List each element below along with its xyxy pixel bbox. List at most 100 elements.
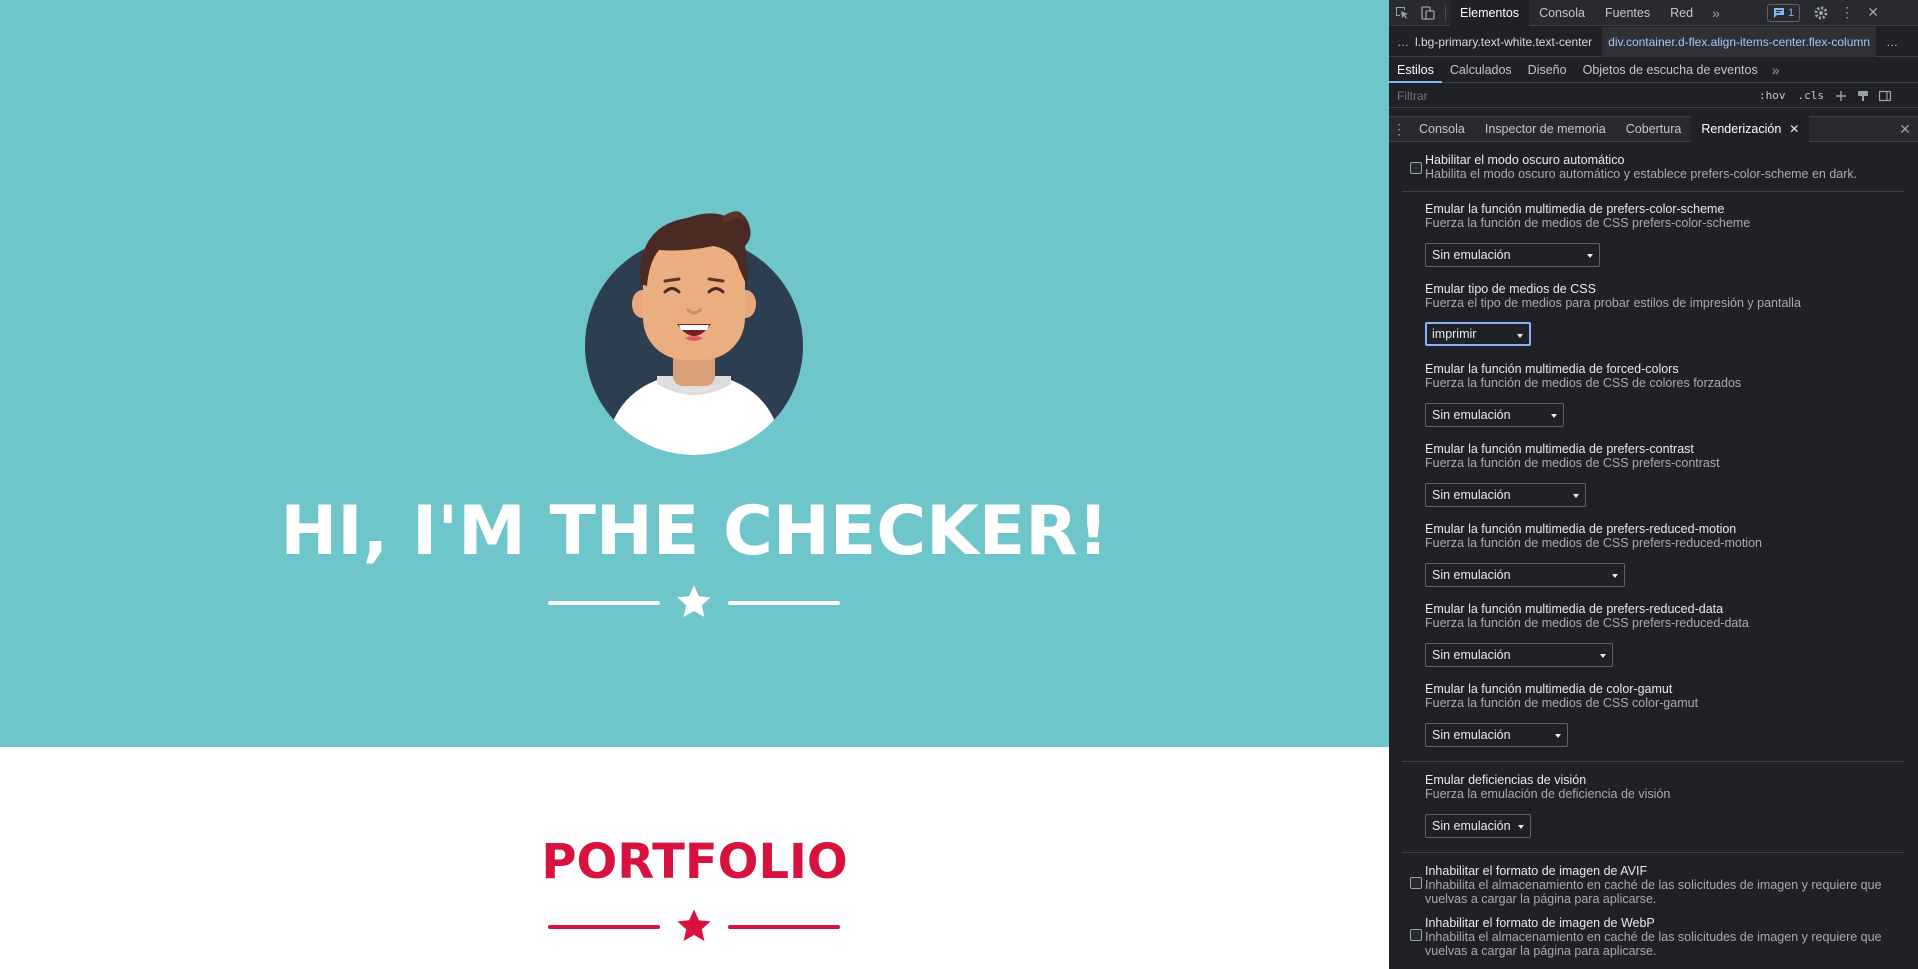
drawer-tab-memory-inspector[interactable]: Inspector de memoria	[1475, 116, 1616, 142]
auto-dark-mode-checkbox[interactable]	[1410, 162, 1422, 174]
media-type-select[interactable]: imprimir	[1425, 322, 1531, 346]
option-title: Habilitar el modo oscuro automático	[1425, 153, 1625, 167]
kebab-menu-icon[interactable]: ⋮	[1834, 0, 1860, 26]
color-gamut-select[interactable]: Sin emulación	[1425, 723, 1568, 747]
star-icon	[677, 585, 711, 618]
option-description: Fuerza la emulación de deficiencia de vi…	[1425, 787, 1671, 801]
hov-toggle[interactable]: :hov	[1753, 89, 1792, 102]
message-icon	[1774, 7, 1785, 18]
color-scheme-select[interactable]: Sin emulación	[1425, 243, 1600, 267]
option-description: Inhabilita el almacenamiento en caché de…	[1425, 878, 1882, 906]
portfolio-star-divider	[548, 905, 840, 949]
settings-gear-icon[interactable]	[1808, 0, 1834, 26]
dropdown-caret-icon	[1587, 254, 1593, 258]
drawer-tab-renderizacion[interactable]: Renderización ✕	[1691, 116, 1810, 142]
option-title: Emular la función multimedia de forced-c…	[1425, 362, 1679, 376]
paint-brush-icon[interactable]	[1852, 86, 1874, 106]
vision-deficiency-option: Emular deficiencias de visión Fuerza la …	[1425, 773, 1895, 801]
divider-line-left	[548, 601, 660, 605]
option-title: Emular deficiencias de visión	[1425, 773, 1587, 787]
reduced-motion-option: Emular la función multimedia de prefers-…	[1425, 522, 1895, 550]
web-page: HI, I'M THE CHECKER! PORTFOLIO	[0, 0, 1389, 969]
tab-event-listeners[interactable]: Objetos de escucha de eventos	[1575, 57, 1766, 83]
reduced-motion-select[interactable]: Sin emulación	[1425, 563, 1625, 587]
devtools-panel: Elementos Consola Fuentes Red » 1 ⋮ ✕ … …	[1389, 0, 1918, 969]
toolbar-separator	[1445, 4, 1446, 21]
select-value: Sin emulación	[1432, 648, 1511, 662]
rendering-panel: Habilitar el modo oscuro automático Habi…	[1389, 143, 1918, 969]
device-toolbar-icon[interactable]	[1415, 0, 1441, 26]
star-icon	[677, 909, 711, 942]
select-value: imprimir	[1432, 327, 1477, 341]
tab-red[interactable]: Red	[1660, 0, 1703, 26]
option-description: Fuerza la función de medios de CSS de co…	[1425, 376, 1742, 390]
styles-subtabs: Estilos Calculados Diseño Objetos de esc…	[1389, 57, 1918, 83]
section-divider	[1402, 191, 1904, 192]
section-divider	[1402, 852, 1904, 853]
contrast-select[interactable]: Sin emulación	[1425, 483, 1586, 507]
drawer-tab-label: Renderización	[1701, 122, 1782, 136]
disable-avif-checkbox[interactable]	[1410, 877, 1422, 889]
devtools-main-toolbar: Elementos Consola Fuentes Red » 1 ⋮ ✕	[1389, 0, 1918, 26]
tab-elementos[interactable]: Elementos	[1450, 0, 1530, 26]
option-title: Emular la función multimedia de prefers-…	[1425, 602, 1724, 616]
reduced-data-select[interactable]: Sin emulación	[1425, 643, 1613, 667]
option-description: Fuerza la función de medios de CSS prefe…	[1425, 536, 1762, 550]
forced-colors-select[interactable]: Sin emulación	[1425, 403, 1564, 427]
masthead: HI, I'M THE CHECKER!	[0, 0, 1389, 747]
more-subtabs-chevron-icon[interactable]: »	[1766, 62, 1786, 78]
disable-webp-checkbox[interactable]	[1410, 929, 1422, 941]
option-title: Emular la función multimedia de prefers-…	[1425, 202, 1725, 216]
disable-avif-option: Inhabilitar el formato de imagen de AVIF…	[1425, 864, 1895, 906]
option-title: Inhabilitar el formato de imagen de AVIF	[1425, 864, 1648, 878]
tab-fuentes[interactable]: Fuentes	[1595, 0, 1660, 26]
styles-filter-input[interactable]	[1393, 85, 1753, 106]
hero-title: HI, I'M THE CHECKER!	[280, 492, 1109, 571]
option-title: Emular la función multimedia de color-ga…	[1425, 682, 1673, 696]
select-value: Sin emulación	[1432, 819, 1511, 833]
option-description: Fuerza el tipo de medios para probar est…	[1425, 296, 1801, 310]
dropdown-caret-icon	[1518, 825, 1524, 829]
select-value: Sin emulación	[1432, 488, 1511, 502]
breadcrumb: … l.bg-primary.text-white.text-center di…	[1389, 26, 1918, 57]
divider-line-right	[728, 601, 840, 605]
breadcrumb-ellipsis-left[interactable]: …	[1389, 35, 1415, 49]
select-value: Sin emulación	[1432, 248, 1511, 262]
select-value: Sin emulación	[1432, 408, 1511, 422]
drawer-tab-consola[interactable]: Consola	[1409, 116, 1475, 142]
drawer-tabbar: ⋮ Consola Inspector de memoria Cobertura…	[1389, 116, 1918, 142]
breadcrumb-item-container[interactable]: div.container.d-flex.align-items-center.…	[1602, 26, 1877, 57]
forced-colors-option: Emular la función multimedia de forced-c…	[1425, 362, 1895, 390]
drawer-menu-kebab-icon[interactable]: ⋮	[1389, 116, 1409, 142]
option-title: Inhabilitar el formato de imagen de WebP	[1425, 916, 1655, 930]
cls-toggle[interactable]: .cls	[1792, 89, 1831, 102]
tab-consola[interactable]: Consola	[1529, 0, 1595, 26]
tab-diseno[interactable]: Diseño	[1520, 57, 1575, 83]
option-description: Fuerza la función de medios de CSS prefe…	[1425, 616, 1749, 630]
issues-count: 1	[1788, 6, 1795, 19]
inspect-element-icon[interactable]	[1389, 0, 1415, 26]
breadcrumb-ellipsis-right[interactable]: …	[1876, 35, 1898, 49]
option-title: Emular la función multimedia de prefers-…	[1425, 442, 1694, 456]
close-tab-icon[interactable]: ✕	[1789, 116, 1799, 142]
vision-deficiency-select[interactable]: Sin emulación	[1425, 814, 1531, 838]
option-description: Fuerza la función de medios de CSS color…	[1425, 696, 1699, 710]
close-devtools-icon[interactable]: ✕	[1860, 0, 1886, 26]
option-description: Habilita el modo oscuro automático y est…	[1425, 167, 1858, 181]
add-rule-plus-icon[interactable]	[1830, 86, 1852, 106]
tab-estilos[interactable]: Estilos	[1389, 57, 1442, 83]
media-type-option: Emular tipo de medios de CSS Fuerza el t…	[1425, 282, 1895, 310]
section-divider	[1402, 761, 1904, 762]
option-description: Fuerza la función de medios de CSS prefe…	[1425, 216, 1751, 230]
issues-badge[interactable]: 1	[1767, 3, 1801, 22]
styles-filter-bar: :hov .cls	[1389, 84, 1918, 108]
divider-line-left	[548, 925, 660, 929]
close-drawer-icon[interactable]: ✕	[1892, 116, 1918, 142]
more-tabs-chevron-icon[interactable]: »	[1703, 0, 1729, 26]
drawer-tab-cobertura[interactable]: Cobertura	[1616, 116, 1692, 142]
toggle-sidebar-icon[interactable]	[1874, 86, 1896, 106]
breadcrumb-item-section[interactable]: l.bg-primary.text-white.text-center	[1415, 35, 1602, 49]
tab-calculados[interactable]: Calculados	[1442, 57, 1520, 83]
hero-star-divider	[548, 581, 840, 625]
select-value: Sin emulación	[1432, 728, 1511, 742]
